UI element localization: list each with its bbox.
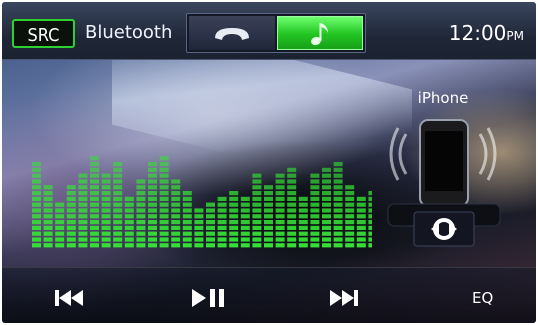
eq-bar [124, 196, 134, 248]
eq-bar [171, 179, 181, 248]
eq-bar [333, 162, 343, 248]
eq-bar [345, 185, 355, 248]
eq-bar [229, 191, 239, 248]
clock: 12:00PM [449, 18, 524, 51]
eq-bar [240, 196, 250, 248]
eq-bar [136, 179, 146, 248]
skip-next-icon[interactable] [325, 286, 361, 310]
eq-bar [264, 185, 273, 248]
eq-bar [101, 173, 111, 248]
eq-button[interactable]: EQ [472, 289, 493, 307]
play-pause-icon[interactable] [188, 286, 228, 310]
eq-bar [66, 185, 76, 248]
source-name: Bluetooth [85, 22, 173, 43]
device-name: iPhone [417, 89, 469, 107]
eq-bar [298, 196, 308, 248]
music-note-icon [311, 23, 328, 46]
transport-controls: EQ [2, 267, 536, 323]
tab-phone[interactable] [189, 16, 275, 50]
eq-bar [78, 173, 88, 248]
head-unit-screen: SRC Bluetooth 12:00PM iPhone EQ [2, 2, 536, 323]
mode-tabs [186, 13, 366, 53]
eq-bar [287, 167, 297, 248]
phone-handset-icon [215, 28, 249, 40]
eq-bar [275, 173, 285, 248]
eq-bar [43, 185, 53, 248]
eq-bar [310, 173, 320, 248]
eq-bar [217, 196, 227, 248]
eq-bar [90, 156, 99, 248]
eq-bar [252, 173, 262, 248]
eq-bar [113, 162, 123, 248]
iphone-dock-graphic [387, 119, 501, 247]
eq-bar [368, 191, 372, 248]
eq-bar [148, 162, 157, 248]
eq-bar [55, 202, 65, 248]
top-bar: SRC Bluetooth 12:00PM [2, 2, 536, 60]
eq-bar [32, 162, 41, 248]
eq-bar [194, 208, 204, 248]
eq-bar [206, 202, 215, 248]
skip-previous-icon[interactable] [52, 286, 88, 310]
sync-icon[interactable] [413, 211, 475, 247]
eq-bar [322, 167, 331, 248]
src-button[interactable]: SRC [12, 19, 75, 48]
clock-ampm: PM [506, 29, 524, 43]
clock-time: 12:00 [448, 21, 507, 45]
eq-bar [159, 156, 169, 248]
tab-music[interactable] [277, 16, 363, 50]
eq-bar [356, 196, 366, 248]
equalizer-visualizer [32, 156, 372, 248]
eq-bar [182, 191, 192, 248]
